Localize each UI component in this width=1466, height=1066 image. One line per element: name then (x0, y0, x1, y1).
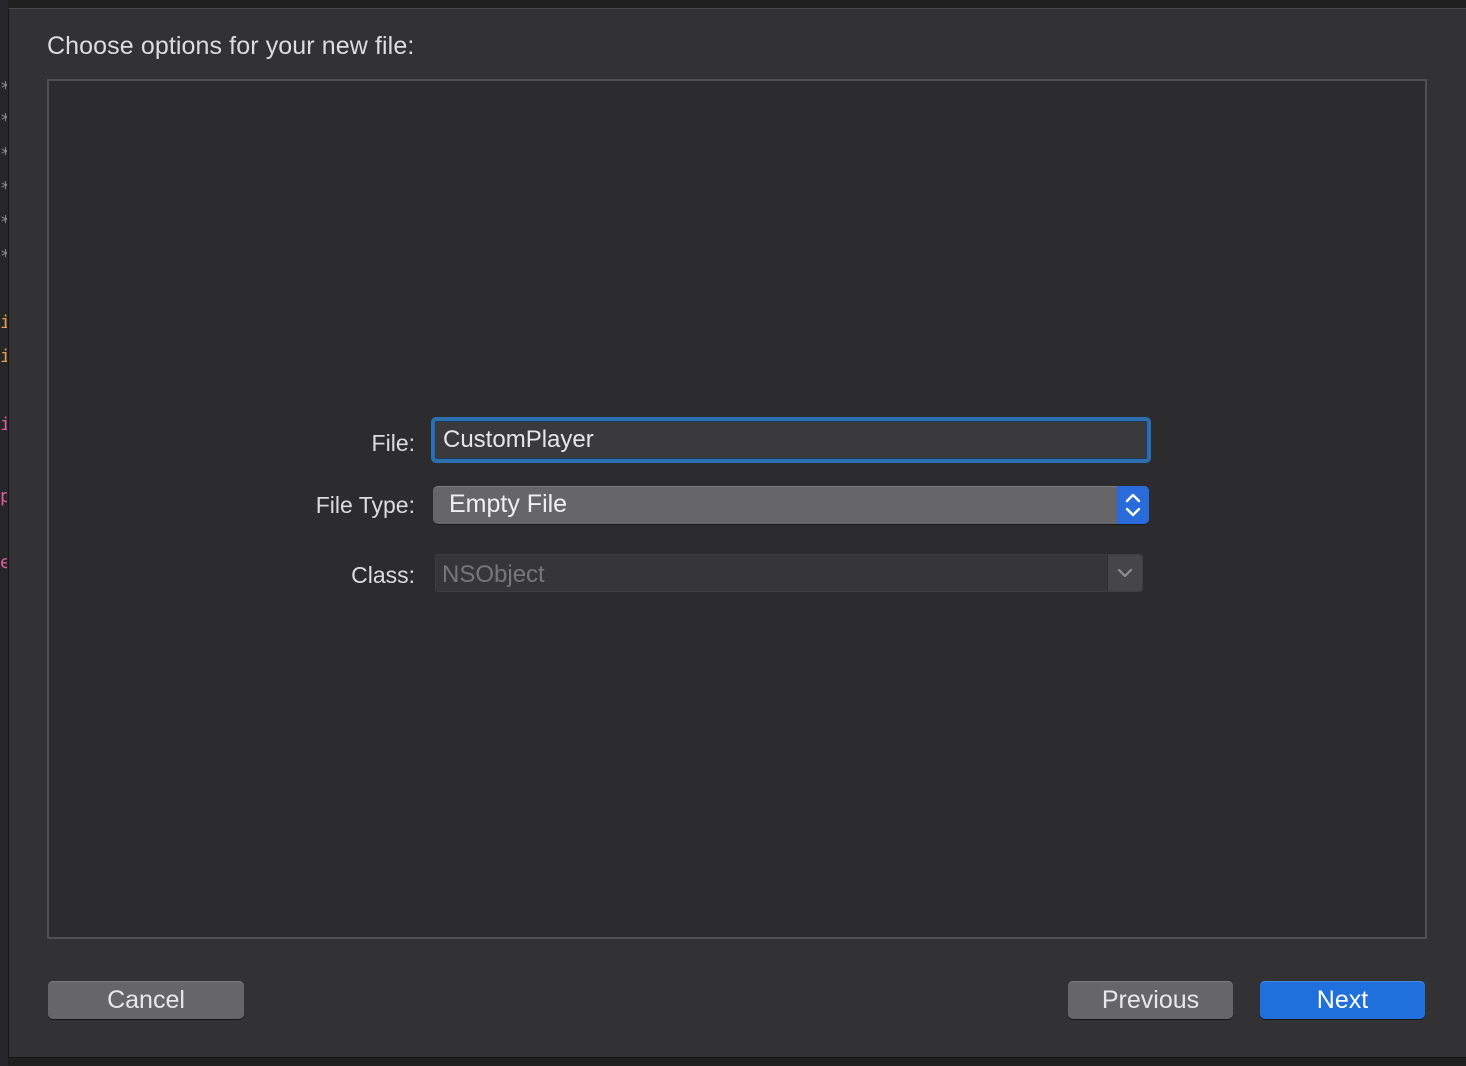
class-label: Class: (351, 562, 415, 588)
editor-gutter-glyph: * (0, 180, 7, 198)
class-value: NSObject (442, 561, 545, 588)
editor-gutter-glyph: * (0, 80, 7, 98)
new-file-options-sheet: Choose options for your new file: File: … (8, 8, 1466, 1058)
editor-gutter-glyph: * (0, 248, 7, 266)
class-combo-box: NSObject (435, 554, 1143, 592)
up-down-chevron-icon[interactable] (1117, 486, 1149, 524)
file-type-popup[interactable]: Empty File (433, 486, 1149, 524)
sheet-title: Choose options for your new file: (47, 32, 415, 60)
editor-gutter-glyph: i (0, 314, 7, 332)
file-name-input[interactable] (431, 417, 1151, 463)
file-type-label: File Type: (315, 492, 415, 518)
file-type-selected: Empty File (449, 490, 568, 518)
editor-gutter-glyph: * (0, 214, 7, 232)
editor-gutter-glyph: * (0, 146, 7, 164)
editor-gutter-glyph: p (0, 488, 7, 506)
next-button[interactable]: Next (1260, 981, 1425, 1019)
editor-gutter-glyph: e (0, 554, 7, 572)
previous-button[interactable]: Previous (1068, 981, 1233, 1019)
editor-gutter-glyph: * (0, 112, 7, 130)
editor-gutter-glyph: i (0, 416, 7, 434)
chevron-down-icon (1107, 555, 1142, 591)
cancel-button[interactable]: Cancel (48, 981, 244, 1019)
options-pane: File: File Type: Empty File Class: NSObj… (47, 79, 1427, 939)
editor-gutter-glyph: i (0, 348, 7, 366)
editor-edge-strip: * * * * * * i i i p e (0, 0, 8, 1066)
file-label: File: (371, 430, 415, 456)
